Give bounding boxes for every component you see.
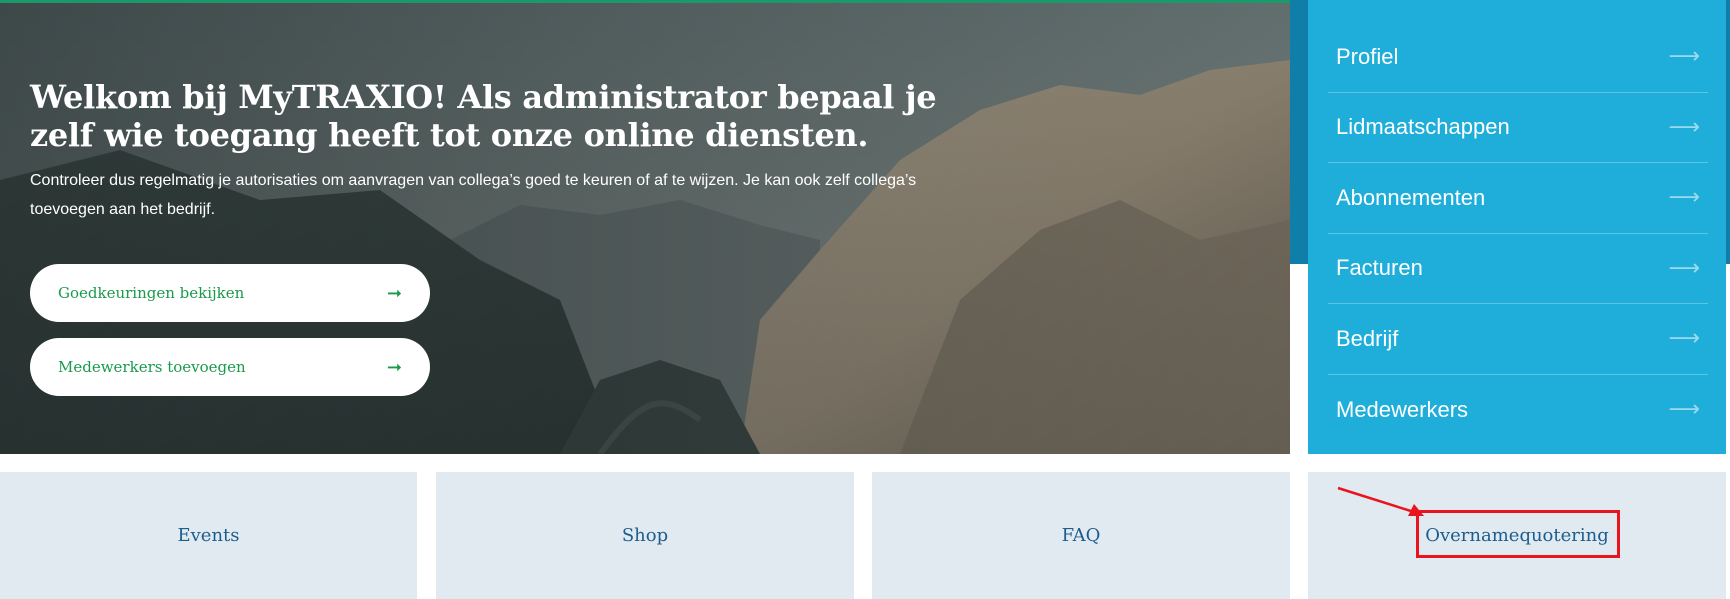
approvals-button[interactable]: Goedkeuringen bekijken ➞ <box>30 264 430 322</box>
side-menu-item-label: Bedrijf <box>1336 325 1399 351</box>
side-menu-item-label: Facturen <box>1336 255 1423 281</box>
side-menu-item-facturen[interactable]: Facturen ⟶ <box>1328 234 1708 304</box>
arrow-right-icon: ⟶ <box>1668 185 1700 211</box>
hero-banner: Welkom bij MyTRAXIO! Als administrator b… <box>0 0 1290 454</box>
hero-top-line <box>0 0 1290 3</box>
tile-events[interactable]: Events <box>0 472 417 599</box>
tile-label: FAQ <box>1061 525 1101 546</box>
tile-faq[interactable]: FAQ <box>872 472 1290 599</box>
arrow-right-icon: ⟶ <box>1668 326 1700 352</box>
arrow-right-icon: ⟶ <box>1668 397 1700 423</box>
hero-title: Welkom bij MyTRAXIO! Als administrator b… <box>30 78 937 154</box>
hero-description: Controleer dus regelmatig je autorisatie… <box>30 172 917 218</box>
tile-label: Overnamequotering <box>1425 525 1609 546</box>
side-menu-item-label: Medewerkers <box>1336 396 1469 422</box>
arrow-right-icon: ⟶ <box>1668 255 1700 281</box>
tile-shop[interactable]: Shop <box>436 472 854 599</box>
side-menu-item-medewerkers[interactable]: Medewerkers ⟶ <box>1328 375 1708 446</box>
side-menu-item-bedrijf[interactable]: Bedrijf ⟶ <box>1328 304 1708 375</box>
arrow-right-icon: ⟶ <box>1668 44 1700 70</box>
tile-overnamequotering[interactable]: Overnamequotering <box>1308 472 1726 599</box>
add-employees-button-label: Medewerkers toevoegen <box>58 358 246 376</box>
tile-label: Events <box>177 525 240 546</box>
add-employees-button[interactable]: Medewerkers toevoegen ➞ <box>30 338 430 396</box>
side-menu-item-lidmaatschappen[interactable]: Lidmaatschappen ⟶ <box>1328 93 1708 163</box>
side-menu-item-profiel[interactable]: Profiel ⟶ <box>1328 22 1708 93</box>
arrow-right-icon: ⟶ <box>1668 114 1700 140</box>
side-menu-item-abonnementen[interactable]: Abonnementen ⟶ <box>1328 163 1708 234</box>
side-menu-item-label: Lidmaatschappen <box>1336 114 1510 140</box>
approvals-button-label: Goedkeuringen bekijken <box>58 284 245 302</box>
side-menu-item-label: Profiel <box>1336 43 1399 69</box>
side-menu-item-label: Abonnementen <box>1336 184 1486 210</box>
page: Welkom bij MyTRAXIO! Als administrator b… <box>0 0 1730 599</box>
side-menu: Profiel ⟶ Lidmaatschappen ⟶ Abonnementen… <box>1308 0 1726 454</box>
arrow-right-icon: ➞ <box>386 282 402 304</box>
tile-label: Shop <box>621 525 669 546</box>
arrow-right-icon: ➞ <box>386 356 402 378</box>
